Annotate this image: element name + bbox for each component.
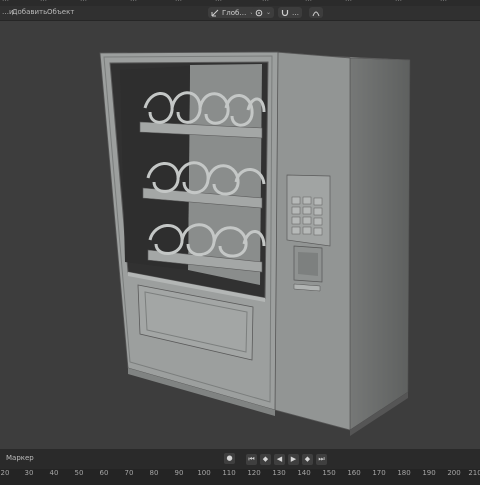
frame-tick: 150 bbox=[322, 469, 336, 477]
object-menu[interactable]: Объект bbox=[47, 8, 74, 16]
frame-tick: 70 bbox=[124, 469, 134, 477]
pivot-point-dropdown[interactable]: ⌄ bbox=[252, 7, 275, 18]
marker-menu[interactable]: Маркер bbox=[6, 454, 34, 462]
proportional-edit-icon bbox=[312, 11, 320, 16]
snap-dropdown[interactable]: … bbox=[278, 7, 302, 18]
menu-item[interactable]: … bbox=[130, 0, 137, 3]
frame-tick: 190 bbox=[422, 469, 436, 477]
jump-start-button[interactable]: ⏮ bbox=[246, 453, 257, 465]
3d-viewport[interactable] bbox=[0, 21, 480, 449]
chevron-down-icon: ⌄ bbox=[266, 9, 272, 16]
frame-tick: 160 bbox=[347, 469, 361, 477]
menu-item[interactable]: … bbox=[2, 0, 9, 3]
menu-item[interactable]: … bbox=[40, 0, 47, 3]
frame-tick: 90 bbox=[174, 469, 184, 477]
orientation-label: Глоб… bbox=[222, 8, 247, 17]
frame-tick: 30 bbox=[24, 469, 34, 477]
playback-controls: ⏮ ◆ ◀ ▶ ◆ ⏭ bbox=[246, 453, 327, 465]
proportional-edit-toggle[interactable] bbox=[309, 7, 323, 18]
frame-tick: 180 bbox=[397, 469, 411, 477]
menu-item[interactable]: … bbox=[345, 0, 352, 3]
menu-item[interactable]: … bbox=[215, 0, 222, 3]
frame-tick: 40 bbox=[49, 469, 59, 477]
menu-item[interactable]: … bbox=[395, 0, 402, 3]
snap-label: … bbox=[292, 8, 299, 17]
frame-tick: 110 bbox=[222, 469, 236, 477]
play-button[interactable]: ▶ bbox=[288, 453, 299, 465]
prev-keyframe-button[interactable]: ◆ bbox=[260, 453, 271, 465]
frame-tick: 60 bbox=[99, 469, 109, 477]
frame-tick: 100 bbox=[197, 469, 211, 477]
frame-tick: 140 bbox=[297, 469, 311, 477]
magnet-icon bbox=[281, 9, 289, 16]
timeline-header: Маркер ● ⏮ ◆ ◀ ▶ ◆ ⏭ bbox=[0, 449, 480, 469]
vending-machine-model bbox=[99, 51, 411, 436]
menu-item[interactable]: … bbox=[262, 0, 269, 3]
transform-orientation-dropdown[interactable]: Глоб… ⌄ bbox=[208, 7, 258, 18]
record-button[interactable]: ● bbox=[224, 453, 235, 464]
jump-end-button[interactable]: ⏭ bbox=[316, 453, 327, 465]
add-menu[interactable]: Добавить bbox=[12, 8, 47, 16]
frame-tick: 120 bbox=[247, 469, 261, 477]
frame-tick: 200 bbox=[447, 469, 461, 477]
frame-tick: 80 bbox=[149, 469, 159, 477]
frame-tick: 210 bbox=[468, 469, 480, 477]
menu-item[interactable]: … bbox=[440, 0, 447, 3]
frame-tick: 130 bbox=[272, 469, 286, 477]
viewport-header: …и Добавить Объект Глоб… ⌄ ⌄ … bbox=[0, 6, 480, 21]
pivot-icon bbox=[255, 9, 263, 16]
frame-tick: 50 bbox=[74, 469, 84, 477]
side-panel bbox=[349, 57, 411, 431]
timeline-ruler[interactable]: 20 30 40 50 60 70 80 90 100 110 120 130 … bbox=[0, 469, 480, 485]
play-reverse-button[interactable]: ◀ bbox=[274, 453, 285, 465]
menu-item[interactable]: … bbox=[175, 0, 182, 3]
frame-tick: 20 bbox=[0, 469, 10, 477]
orientation-icon bbox=[211, 9, 219, 16]
next-keyframe-button[interactable]: ◆ bbox=[302, 453, 313, 465]
menu-item[interactable]: … bbox=[80, 0, 87, 3]
frame-tick: 170 bbox=[372, 469, 386, 477]
menu-item[interactable]: … bbox=[305, 0, 312, 3]
